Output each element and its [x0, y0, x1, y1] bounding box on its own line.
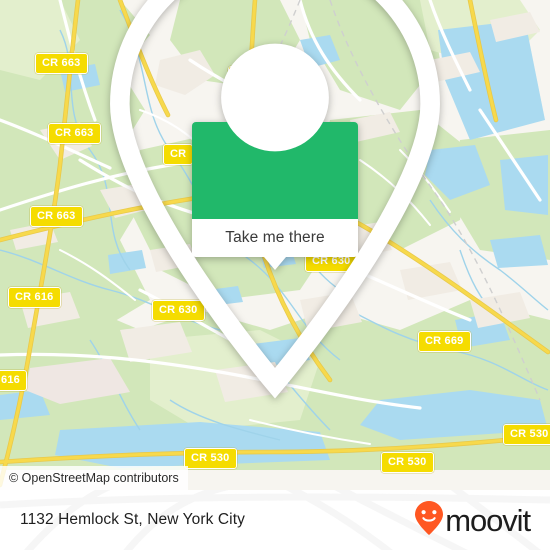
moovit-smiley-pin-icon [414, 500, 444, 541]
destination-popup[interactable]: Take me there [110, 0, 440, 399]
footer-bar: 1132 Hemlock St, New York City moovit [0, 490, 550, 550]
attribution-text: © OpenStreetMap contributors [9, 471, 179, 485]
road-shield: CR 530 [503, 424, 550, 445]
take-me-there-label: Take me there [225, 229, 325, 246]
moovit-logo[interactable]: moovit [414, 500, 531, 541]
road-shield: CR 530 [184, 448, 237, 469]
map-canvas[interactable]: CR 663 CR 616 CR 663 CR CR 663 CR 630 CR… [0, 0, 550, 490]
map-pin-icon [0, 0, 550, 416]
moovit-wordmark: moovit [445, 502, 531, 538]
address-label: 1132 Hemlock St, New York City [20, 511, 245, 528]
map-attribution: © OpenStreetMap contributors [0, 466, 188, 490]
popup-icon-area [110, 0, 440, 399]
map-screen: CR 663 CR 616 CR 663 CR CR 663 CR 630 CR… [0, 0, 550, 550]
popup-tail [264, 257, 286, 270]
road-shield: CR 530 [381, 452, 434, 473]
